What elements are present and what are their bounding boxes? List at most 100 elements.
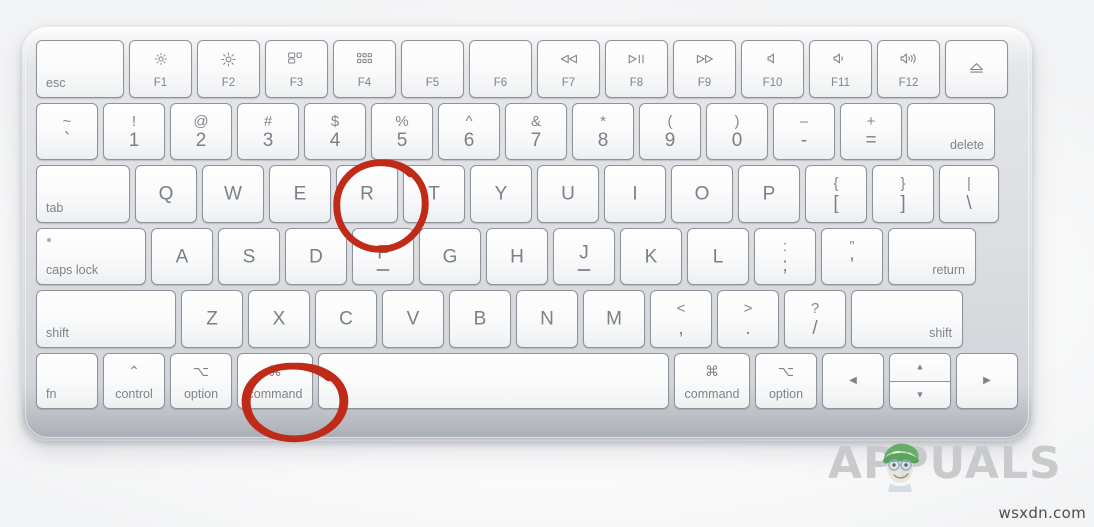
key-p[interactable]: P [738, 165, 800, 223]
key-0[interactable]: ) 0 [706, 103, 768, 160]
key-left-bracket[interactable]: { [ [805, 165, 867, 223]
key-f4[interactable]: F4 [333, 40, 396, 98]
key-j[interactable]: J [553, 228, 615, 285]
key-backslash-lower: \ [966, 193, 972, 214]
key-backtick-lower: ` [63, 130, 71, 151]
key-f10[interactable]: F10 [741, 40, 804, 98]
key-option-right[interactable]: ⌥ option [755, 353, 817, 409]
key-4-lower: 4 [329, 130, 341, 151]
key-i-label: I [632, 183, 638, 205]
key-0-upper: ) [734, 113, 740, 130]
key-z[interactable]: Z [181, 290, 243, 348]
key-e[interactable]: E [269, 165, 331, 223]
key-i[interactable]: I [604, 165, 666, 223]
key-m[interactable]: M [583, 290, 645, 348]
key-backtick-upper: ~ [62, 113, 72, 130]
key-f11-label: F11 [831, 76, 850, 89]
key-1[interactable]: ! 1 [103, 103, 165, 160]
key-command-right-label: command [684, 386, 740, 401]
key-arrow-down[interactable]: ▼ [890, 380, 950, 408]
key-f8[interactable]: F8 [605, 40, 668, 98]
key-w[interactable]: W [202, 165, 264, 223]
key-period[interactable]: > . [717, 290, 779, 348]
key-f12[interactable]: F12 [877, 40, 940, 98]
key-f1[interactable]: F1 [129, 40, 192, 98]
key-delete[interactable]: delete [907, 103, 995, 160]
key-equals[interactable]: + = [840, 103, 902, 160]
key-arrow-up[interactable]: ▲ [890, 354, 950, 381]
key-f4-label: F4 [357, 76, 372, 89]
key-f2[interactable]: F2 [197, 40, 260, 98]
site-credit-text: wsxdn.com [998, 504, 1086, 522]
key-0-lower: 0 [731, 130, 743, 151]
key-r-label: R [360, 183, 374, 205]
key-h[interactable]: H [486, 228, 548, 285]
key-control-left[interactable]: ⌃ control [103, 353, 165, 409]
key-7[interactable]: & 7 [505, 103, 567, 160]
key-command-right[interactable]: ⌘ command [674, 353, 750, 409]
key-5[interactable]: % 5 [371, 103, 433, 160]
key-3[interactable]: # 3 [237, 103, 299, 160]
key-f6[interactable]: F6 [469, 40, 532, 98]
key-shift-right[interactable]: shift [851, 290, 963, 348]
key-y[interactable]: Y [470, 165, 532, 223]
key-comma[interactable]: < , [650, 290, 712, 348]
key-minus[interactable]: – - [773, 103, 835, 160]
key-4[interactable]: $ 4 [304, 103, 366, 160]
key-slash[interactable]: ? / [784, 290, 846, 348]
key-backtick[interactable]: ~ ` [36, 103, 98, 160]
key-f7[interactable]: F7 [537, 40, 600, 98]
key-f[interactable]: F [352, 228, 414, 285]
key-command-left[interactable]: ⌘ command [237, 353, 313, 409]
key-shift-left[interactable]: shift [36, 290, 176, 348]
key-c[interactable]: C [315, 290, 377, 348]
key-right-bracket-lower: ] [900, 193, 906, 214]
key-x[interactable]: X [248, 290, 310, 348]
key-backslash[interactable]: | \ [939, 165, 999, 223]
key-t[interactable]: T [403, 165, 465, 223]
key-d[interactable]: D [285, 228, 347, 285]
key-arrow-up-down[interactable]: ▲ ▼ [889, 353, 951, 409]
key-6[interactable]: ^ 6 [438, 103, 500, 160]
key-r[interactable]: R [336, 165, 398, 223]
key-k[interactable]: K [620, 228, 682, 285]
key-return[interactable]: return [888, 228, 976, 285]
key-space[interactable] [318, 353, 669, 409]
mission-control-icon [266, 52, 327, 66]
key-v[interactable]: V [382, 290, 444, 348]
key-right-bracket[interactable]: } ] [872, 165, 934, 223]
key-a[interactable]: A [151, 228, 213, 285]
key-arrow-right[interactable]: ▶ [956, 353, 1018, 409]
key-semicolon[interactable]: : ; [754, 228, 816, 285]
key-slash-upper: ? [810, 300, 820, 317]
key-f5[interactable]: F5 [401, 40, 464, 98]
key-f3[interactable]: F3 [265, 40, 328, 98]
key-eject[interactable] [945, 40, 1008, 98]
key-f5-label: F5 [425, 76, 440, 89]
key-option-left[interactable]: ⌥ option [170, 353, 232, 409]
key-u[interactable]: U [537, 165, 599, 223]
key-n-label: N [540, 308, 554, 330]
key-w-label: W [224, 183, 242, 205]
key-tab[interactable]: tab [36, 165, 130, 223]
key-arrow-left[interactable]: ◀ [822, 353, 884, 409]
key-9[interactable]: ( 9 [639, 103, 701, 160]
shift-key-row: shift Z X C V B N M < , > . ? / shift [36, 290, 1018, 348]
key-quote[interactable]: ” ’ [821, 228, 883, 285]
key-s[interactable]: S [218, 228, 280, 285]
key-f11[interactable]: F11 [809, 40, 872, 98]
key-l[interactable]: L [687, 228, 749, 285]
appuals-watermark: APPUALS [828, 436, 1061, 498]
key-g[interactable]: G [419, 228, 481, 285]
key-fn[interactable]: fn [36, 353, 98, 409]
key-q[interactable]: Q [135, 165, 197, 223]
key-caps-lock[interactable]: caps lock [36, 228, 146, 285]
key-esc[interactable]: esc [36, 40, 124, 98]
key-8[interactable]: * 8 [572, 103, 634, 160]
key-n[interactable]: N [516, 290, 578, 348]
key-2[interactable]: @ 2 [170, 103, 232, 160]
key-1-lower: 1 [128, 130, 140, 151]
key-f9[interactable]: F9 [673, 40, 736, 98]
key-o[interactable]: O [671, 165, 733, 223]
key-b[interactable]: B [449, 290, 511, 348]
